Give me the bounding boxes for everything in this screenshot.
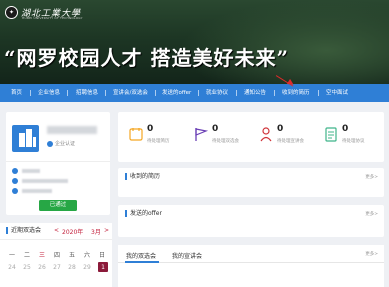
events-tabs-panel: 我的双选会 我的宣讲会 更多> (118, 245, 384, 287)
document-icon (325, 127, 337, 142)
calendar-title: 近期双选会 (6, 227, 41, 234)
email-redacted (22, 179, 68, 183)
nav-separator (155, 90, 156, 96)
sent-offer-panel: 发送的offer 更多> (118, 205, 384, 237)
calendar-prev-button[interactable]: < (54, 227, 59, 234)
nav-separator (236, 90, 237, 96)
calendar-year: 2020年 (62, 229, 84, 236)
weekday-thu: 四 (53, 252, 60, 259)
company-name-redacted (47, 126, 97, 134)
contact-person-redacted (22, 169, 40, 173)
mail-icon (12, 178, 18, 184)
notepad-icon (129, 128, 143, 141)
panel-title: 收到的简历 (125, 173, 160, 180)
calendar-day[interactable]: 27 (51, 264, 63, 271)
tab-my-job-fairs[interactable]: 我的双选会 (126, 251, 156, 260)
calendar-day[interactable]: 29 (81, 264, 93, 271)
nav-item-seminars[interactable]: 宣讲会/双选会 (113, 84, 148, 102)
received-resumes-panel: 收到的简历 更多> (118, 168, 384, 197)
nav-item-sent-offer[interactable]: 发送的offer (162, 84, 191, 102)
company-profile-card: 企业认证 已通过 (6, 112, 110, 215)
phone-row (12, 187, 52, 195)
verified-icon (47, 140, 53, 147)
stat-value: 0 (277, 124, 284, 134)
nav-item-home[interactable]: 首页 (11, 84, 22, 102)
nav-item-online-interview[interactable]: 空中面试 (326, 84, 348, 102)
nav-separator (67, 90, 68, 96)
nav-separator (105, 90, 106, 96)
calendar-day[interactable]: 25 (21, 264, 33, 271)
auth-label: 企业认证 (55, 141, 76, 147)
panel-title: 发送的offer (125, 210, 162, 217)
calendar-day[interactable]: 24 (6, 264, 18, 271)
auth-status: 企业认证 (47, 140, 75, 147)
phone-icon (12, 188, 18, 194)
nav-item-recruitment[interactable]: 招聘信息 (76, 84, 98, 102)
emblem-icon: ✦ (5, 5, 18, 19)
flag-icon (195, 128, 209, 141)
weekday-sat: 六 (83, 252, 90, 259)
banner-slogan: “网罗校园人才 搭造美好未来” (4, 46, 289, 70)
nav-item-company-info[interactable]: 企业信息 (38, 84, 60, 102)
phone-redacted (22, 189, 52, 193)
calendar-month: 3月 (91, 229, 101, 236)
approval-status-button[interactable]: 已通过 (39, 200, 77, 211)
stat-value: 0 (212, 124, 219, 134)
stat-value: 0 (342, 124, 349, 134)
header-banner: ✦ 湖北工業大學 HUBEI UNIVERSITY OF TECHNOLOGY … (0, 0, 389, 84)
stat-pending-resumes[interactable]: 0 待处理简历 (128, 124, 190, 152)
weekday-wed: 三 (38, 252, 45, 259)
logo-subtext: HUBEI UNIVERSITY OF TECHNOLOGY (22, 16, 83, 20)
calendar-divider (0, 239, 112, 240)
stat-label: 待处理宣讲会 (277, 139, 304, 144)
more-link[interactable]: 更多> (365, 174, 378, 180)
weekday-tue: 二 (23, 252, 30, 259)
stat-pending-job-fairs[interactable]: 0 待处理双选会 (193, 124, 255, 152)
calendar-day-today[interactable]: 1 (97, 264, 109, 271)
calendar-widget: 近期双选会 < 2020年 3月 > 一 二 三 四 五 六 日 24 25 2… (0, 223, 112, 287)
stat-label: 待处理协议 (342, 139, 365, 144)
stat-pending-agreements[interactable]: 0 待处理协议 (323, 124, 385, 152)
calendar-day[interactable]: 26 (36, 264, 48, 271)
stat-label: 待处理简历 (147, 139, 170, 144)
weekday-sun: 日 (98, 252, 105, 259)
stats-card: 0 待处理简历 0 待处理双选会 0 待处理宣讲会 0 待处理协议 (118, 112, 384, 162)
main-nav: 首页 企业信息 招聘信息 宣讲会/双选会 发送的offer 就业协议 通知公告 … (0, 84, 389, 102)
person-icon (260, 127, 272, 142)
email-row (12, 177, 68, 185)
weekday-fri: 五 (68, 252, 75, 259)
nav-separator (274, 90, 275, 96)
stat-pending-seminars[interactable]: 0 待处理宣讲会 (258, 124, 320, 152)
active-tab-indicator (125, 261, 159, 263)
tab-my-seminars[interactable]: 我的宣讲会 (172, 251, 202, 260)
calendar-next-button[interactable]: > (104, 227, 109, 234)
more-link[interactable]: 更多> (365, 211, 378, 217)
nav-separator (318, 90, 319, 96)
nav-item-notices[interactable]: 通知公告 (244, 84, 266, 102)
nav-separator (30, 90, 31, 96)
divider (6, 161, 110, 162)
stat-value: 0 (147, 124, 154, 134)
nav-separator (198, 90, 199, 96)
nav-item-received-resumes[interactable]: 收到的简历 (282, 84, 310, 102)
company-avatar (12, 125, 39, 152)
contact-person-row (12, 167, 40, 175)
user-icon (12, 168, 18, 174)
more-link[interactable]: 更多> (365, 251, 378, 257)
calendar-day[interactable]: 28 (66, 264, 78, 271)
weekday-mon: 一 (8, 252, 15, 259)
nav-item-agreements[interactable]: 就业协议 (206, 84, 228, 102)
stat-label: 待处理双选会 (212, 139, 239, 144)
